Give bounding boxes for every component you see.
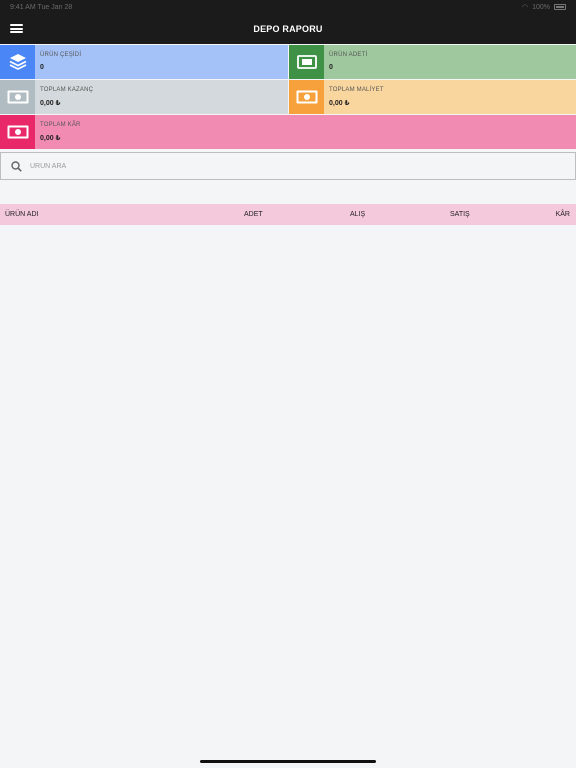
card-toplam-kazanc: TOPLAM KAZANÇ 0,00 ₺ [0, 80, 288, 114]
ticket-icon [289, 45, 324, 79]
column-header-alis[interactable]: ALIŞ [350, 211, 365, 218]
card-toplam-maliyet: TOPLAM MALİYET 0,00 ₺ [289, 80, 576, 114]
card-urun-adeti: ÜRÜN ADETİ 0 [289, 45, 576, 79]
card-toplam-kar: TOPLAM KÂR 0,00 ₺ [0, 115, 576, 149]
cash-icon [289, 80, 324, 114]
card-label: ÜRÜN ADETİ [329, 52, 368, 58]
battery-percent: 100% [532, 3, 550, 11]
search-icon [4, 160, 28, 172]
search-input[interactable] [28, 153, 575, 179]
menu-icon[interactable] [10, 22, 23, 35]
card-value: 0,00 ₺ [40, 100, 61, 107]
column-header-adet[interactable]: ADET [244, 211, 263, 218]
home-indicator[interactable] [200, 760, 376, 763]
card-label: TOPLAM KAZANÇ [40, 87, 94, 93]
card-label: ÜRÜN ÇEŞİDİ [40, 52, 82, 58]
status-bar: 9:41 AM Tue Jan 28 ◠ 100% [0, 0, 576, 14]
card-value: 0,00 ₺ [329, 100, 350, 107]
page-title: DEPO RAPORU [253, 24, 323, 34]
card-label: TOPLAM MALİYET [329, 87, 384, 93]
table-header: ÜRÜN ADI ADET ALIŞ SATIŞ KÂR [0, 204, 576, 225]
card-value: 0,00 ₺ [40, 135, 61, 142]
battery-icon [554, 4, 566, 10]
status-time: 9:41 AM Tue Jan 28 [10, 3, 73, 11]
status-right: ◠ 100% [522, 3, 566, 11]
wifi-icon: ◠ [521, 4, 529, 11]
card-value: 0 [329, 64, 333, 71]
cash-icon [0, 115, 35, 149]
card-urun-cesidi: ÜRÜN ÇEŞİDİ 0 [0, 45, 288, 79]
search-bar [0, 152, 576, 180]
column-header-satis[interactable]: SATIŞ [450, 211, 470, 218]
card-value: 0 [40, 64, 44, 71]
layers-icon [0, 45, 35, 79]
column-header-urun-adi[interactable]: ÜRÜN ADI [5, 211, 38, 218]
cash-icon [0, 80, 35, 114]
app-header: DEPO RAPORU [0, 14, 576, 44]
card-label: TOPLAM KÂR [40, 122, 81, 128]
column-header-kar[interactable]: KÂR [556, 211, 570, 218]
